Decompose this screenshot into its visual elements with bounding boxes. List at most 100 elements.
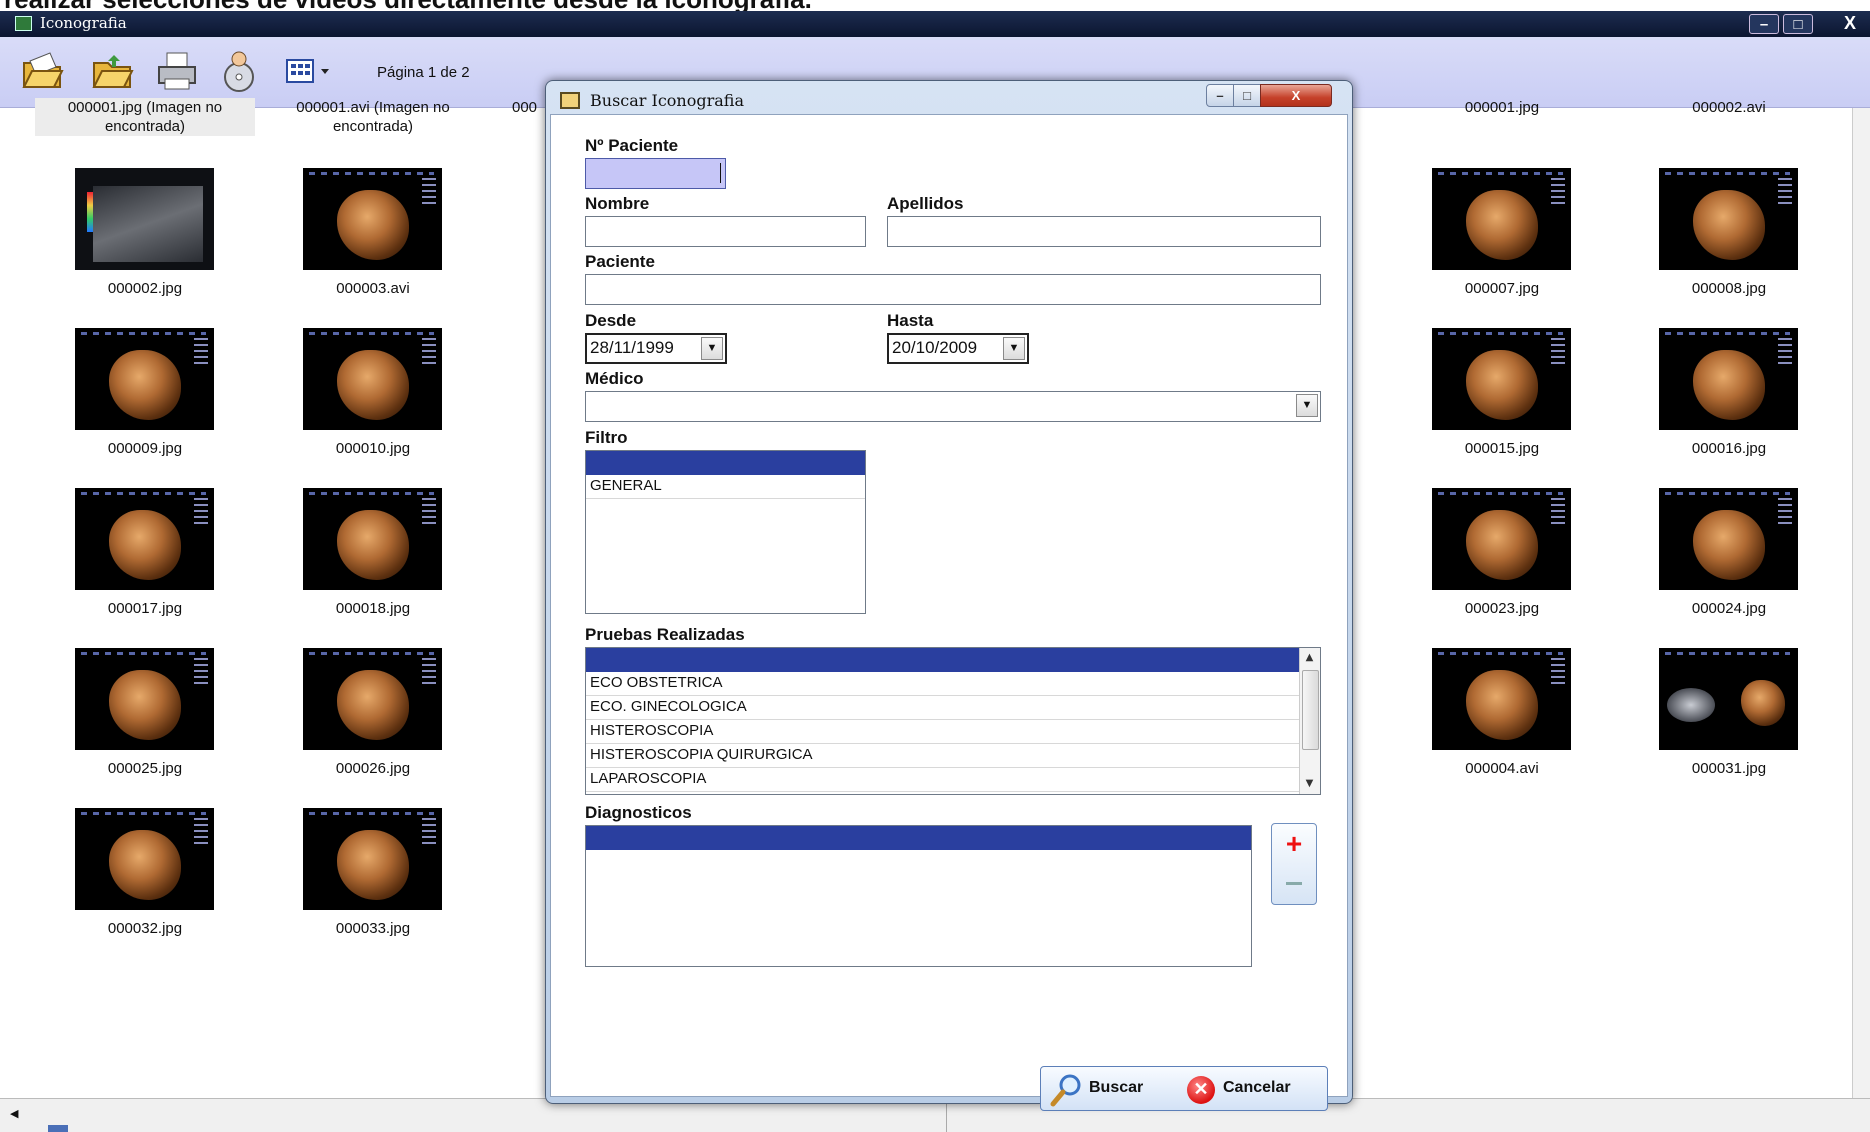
gallery-partial-caption: 000: [512, 99, 538, 116]
ultrasound-thumbnail[interactable]: [75, 808, 214, 910]
label-filtro: Filtro: [585, 428, 628, 447]
prueba-option[interactable]: HISTEROSCOPIA: [586, 720, 1300, 744]
medico-select[interactable]: ▼: [585, 391, 1321, 422]
label-pruebas: Pruebas Realizadas: [585, 625, 745, 644]
prueba-option[interactable]: ECO OBSTETRICA: [586, 672, 1300, 696]
scroll-left-icon[interactable]: ◀: [10, 1107, 18, 1120]
pruebas-items: ECO OBSTETRICA ECO. GINECOLOGICA HISTEROSC…: [586, 648, 1300, 794]
dialog-maximize-button[interactable]: □: [1233, 84, 1261, 107]
gallery-item-caption: 000033.jpg: [335, 920, 411, 937]
gallery-item-caption: 000023.jpg: [1464, 600, 1540, 617]
hasta-date-picker[interactable]: 20/10/2009 ▼: [887, 333, 1029, 364]
gallery-vertical-scrollbar[interactable]: [1852, 108, 1870, 1098]
maximize-button[interactable]: □: [1783, 14, 1813, 34]
header-banner-text: realizar selecciones de videos directame…: [4, 0, 812, 11]
ultrasound-thumbnail[interactable]: [303, 168, 442, 270]
window-title: Iconografia: [40, 14, 127, 32]
diagnosticos-listbox[interactable]: [585, 825, 1252, 967]
ultrasound-thumbnail[interactable]: [75, 328, 214, 430]
label-apellidos: Apellidos: [887, 194, 964, 213]
prueba-option[interactable]: LAPAROSCOPIA: [586, 768, 1300, 792]
chevron-down-icon[interactable]: ▼: [1296, 394, 1318, 417]
pruebas-listbox[interactable]: ECO OBSTETRICA ECO. GINECOLOGICA HISTEROSC…: [585, 647, 1321, 795]
buscar-button[interactable]: Buscar: [1041, 1067, 1181, 1110]
gallery-item-caption: 000032.jpg: [107, 920, 183, 937]
filtro-listbox[interactable]: GENERAL: [585, 450, 866, 614]
grid-view-icon[interactable]: [285, 57, 335, 87]
diagnostico-option[interactable]: [586, 826, 1251, 850]
gallery-item-caption: 000002.avi: [1692, 99, 1766, 116]
buscar-label: Buscar: [1089, 1079, 1144, 1096]
prueba-option[interactable]: HISTEROSCOPIA QUIRURGICA: [586, 744, 1300, 768]
gallery-item-caption: 000008.jpg: [1691, 280, 1767, 297]
caption-line: encontrada): [332, 118, 414, 135]
ultrasound-thumbnail[interactable]: [1432, 168, 1571, 270]
dialog-app-icon: [560, 92, 580, 109]
gallery-item-caption: 000002.jpg: [107, 280, 183, 297]
caption-line: 000001.avi (Imagen no: [296, 99, 450, 116]
ultrasound-thumbnail[interactable]: [1432, 648, 1571, 750]
label-paciente-no: Nº Paciente: [585, 136, 679, 155]
cd-user-icon[interactable]: [217, 49, 261, 93]
dialog-body: Nº Paciente Nombre Apellidos Paciente De…: [550, 114, 1348, 1111]
prueba-option[interactable]: [586, 648, 1300, 672]
dialog-close-button[interactable]: X: [1260, 84, 1332, 107]
hasta-date-value: 20/10/2009: [892, 338, 978, 357]
desde-date-picker[interactable]: 28/11/1999 ▼: [585, 333, 727, 364]
gallery-item-caption: 000026.jpg: [335, 760, 411, 777]
paciente-no-input[interactable]: [585, 158, 726, 189]
filtro-option[interactable]: GENERAL: [586, 475, 865, 499]
app-icon: [15, 16, 32, 31]
scroll-up-icon[interactable]: ▲: [1300, 648, 1319, 668]
paciente-input[interactable]: [585, 274, 1321, 305]
ultrasound-thumbnail[interactable]: [1659, 168, 1798, 270]
add-diagnostico-button[interactable]: +: [1272, 828, 1316, 860]
gallery-item-caption: 000016.jpg: [1691, 440, 1767, 457]
ultrasound-thumbnail[interactable]: [75, 648, 214, 750]
label-paciente: Paciente: [585, 252, 655, 271]
gallery-item-caption: 000025.jpg: [107, 760, 183, 777]
gallery-item-caption: 000024.jpg: [1691, 600, 1767, 617]
ultrasound-thumbnail[interactable]: [303, 328, 442, 430]
caption-line: 000001.jpg (Imagen no: [67, 99, 223, 116]
main-window-titlebar: Iconografia – □ X: [0, 11, 1870, 37]
gallery-item-caption: 000015.jpg: [1464, 440, 1540, 457]
gallery-item-caption: 000001.jpg: [1464, 99, 1540, 116]
open-folder-icon[interactable]: [20, 49, 64, 93]
chevron-down-icon[interactable]: ▼: [1003, 337, 1025, 360]
ultrasound-thumbnail[interactable]: [1432, 488, 1571, 590]
filtro-option[interactable]: [586, 451, 865, 475]
close-button[interactable]: X: [1835, 14, 1865, 34]
dialog-minimize-button[interactable]: –: [1206, 84, 1234, 107]
apellidos-input[interactable]: [887, 216, 1321, 247]
ultrasound-thumbnail[interactable]: [1659, 328, 1798, 430]
ultrasound-thumbnail[interactable]: [1659, 488, 1798, 590]
cancel-icon: ✕: [1187, 1076, 1215, 1104]
ultrasound-thumbnail[interactable]: [75, 488, 214, 590]
minimize-button[interactable]: –: [1749, 14, 1779, 34]
ultrasound-thumbnail[interactable]: [303, 808, 442, 910]
ultrasound-thumbnail[interactable]: [1432, 328, 1571, 430]
dialog-window-buttons: – □ X: [1206, 84, 1332, 108]
dialog-title: Buscar Iconografia: [590, 91, 744, 110]
ultrasound-thumbnail[interactable]: [75, 168, 214, 270]
remove-diagnostico-button[interactable]: [1286, 882, 1302, 885]
scroll-down-icon[interactable]: ▼: [1300, 774, 1319, 794]
nombre-input[interactable]: [585, 216, 866, 247]
prueba-option[interactable]: VISITA DE GESTACION: [586, 792, 1300, 794]
cancelar-button[interactable]: ✕ Cancelar: [1181, 1067, 1327, 1110]
cancelar-label: Cancelar: [1223, 1079, 1291, 1096]
chevron-down-icon[interactable]: ▼: [701, 337, 723, 360]
desde-date-value: 28/11/1999: [590, 338, 674, 357]
ultrasound-thumbnail[interactable]: [1659, 648, 1798, 750]
pruebas-scrollbar[interactable]: ▲ ▼: [1299, 648, 1320, 794]
prueba-option[interactable]: ECO. GINECOLOGICA: [586, 696, 1300, 720]
scrollbar-thumb[interactable]: [1302, 670, 1319, 750]
folder-icon[interactable]: [90, 49, 134, 93]
printer-icon[interactable]: [155, 49, 199, 93]
ultrasound-thumbnail[interactable]: [303, 648, 442, 750]
dialog-titlebar: Buscar Iconografia – □ X: [546, 81, 1352, 114]
label-nombre: Nombre: [585, 194, 650, 213]
label-diagnosticos: Diagnosticos: [585, 803, 692, 822]
ultrasound-thumbnail[interactable]: [303, 488, 442, 590]
